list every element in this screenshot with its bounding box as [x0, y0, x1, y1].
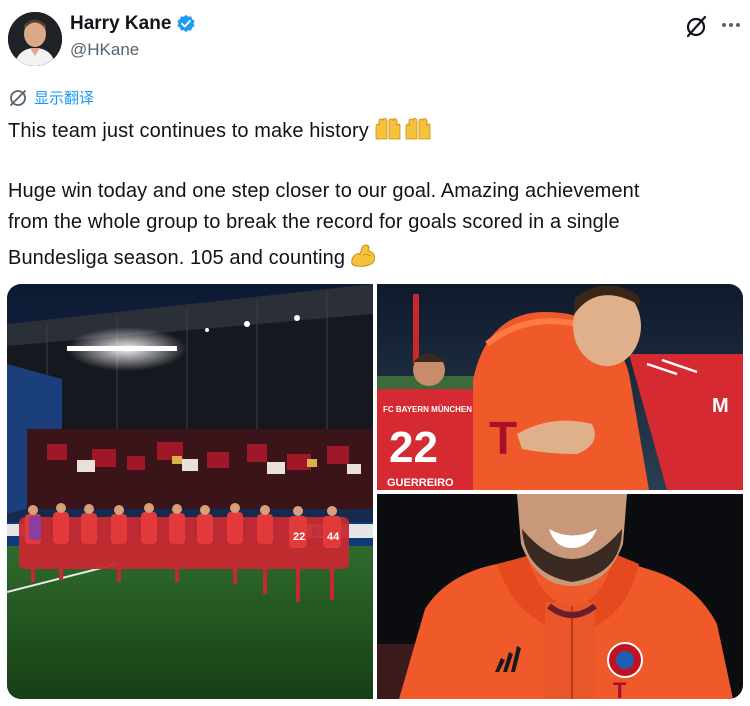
jersey-number: 22: [389, 423, 438, 472]
tweet-text-line-4: Bundesliga season. 105 and counting: [8, 247, 346, 269]
display-name[interactable]: Harry Kane: [70, 13, 171, 35]
flexed-biceps-emoji: [351, 244, 376, 267]
verified-badge-icon: [177, 14, 195, 33]
avatar[interactable]: [8, 12, 62, 66]
jersey-name: GUERREIRO: [387, 477, 454, 489]
jersey-crest-text: FC BAYERN MÜNCHEN: [383, 405, 472, 414]
tweet-line-2: Huge win today and one step closer to ou…: [8, 180, 640, 202]
tweet-header: Harry Kane @HKane: [0, 0, 750, 80]
svg-text:22: 22: [293, 531, 305, 543]
svg-text:M: M: [712, 395, 729, 417]
player-portrait-photo[interactable]: T: [377, 494, 743, 699]
tweet-text-line-1: This team just continues to make history: [8, 120, 369, 142]
tweet-line-3: from the whole group to break the record…: [8, 211, 620, 233]
grok-icon[interactable]: [684, 13, 710, 39]
svg-text:44: 44: [327, 531, 340, 543]
players-hug-photo[interactable]: FC BAYERN MÜNCHEN 22 GUERREIRO T M: [377, 284, 743, 490]
svg-text:T: T: [613, 678, 627, 699]
show-translation-link[interactable]: 显示翻译: [8, 87, 94, 108]
raising-hands-emoji: [375, 118, 431, 140]
show-translation-label: 显示翻译: [34, 90, 95, 107]
stadium-celebration-photo[interactable]: KI: [7, 284, 373, 699]
tweet-line-1: This team just continues to make history: [8, 117, 738, 143]
media-grid: KI: [7, 284, 743, 699]
more-options-icon[interactable]: [718, 14, 744, 36]
handle[interactable]: @HKane: [70, 40, 139, 60]
translate-icon: [10, 89, 26, 106]
tweet-line-4: Bundesliga season. 105 and counting: [8, 242, 738, 270]
svg-text:T: T: [489, 412, 517, 464]
